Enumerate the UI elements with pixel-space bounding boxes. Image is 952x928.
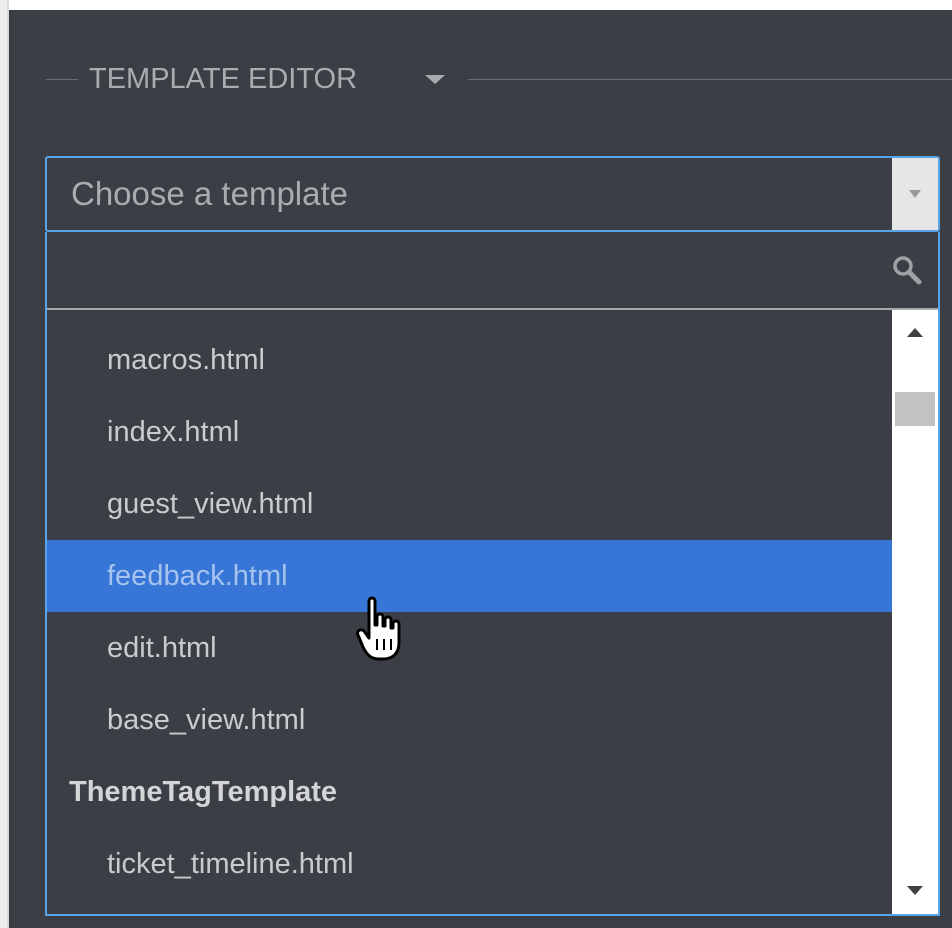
template-select[interactable]: Choose a template [45, 156, 940, 232]
caret-down-icon[interactable] [425, 75, 445, 84]
top-strip [9, 0, 952, 10]
header-divider-right [468, 79, 952, 80]
section-title-toggle[interactable]: TEMPLATE EDITOR [89, 62, 357, 96]
section-header: TEMPLATE EDITOR [9, 62, 952, 96]
option-group-label: ThemeTagTemplate [69, 776, 338, 808]
list-item[interactable]: macros.html [47, 324, 892, 396]
search-icon [893, 256, 922, 285]
dropdown-scrollbar[interactable] [892, 310, 938, 914]
select-arrow-button[interactable] [892, 158, 938, 230]
list-item[interactable]: edit.html [47, 612, 892, 684]
scroll-down-arrow-icon[interactable] [907, 886, 923, 895]
list-item[interactable]: base_view.html [47, 684, 892, 756]
left-rail [0, 0, 9, 928]
options-list: macros.html index.html guest_view.html f… [47, 310, 892, 914]
scroll-up-arrow-icon[interactable] [907, 328, 923, 337]
dropdown-search-input[interactable] [47, 232, 887, 308]
select-placeholder: Choose a template [71, 175, 349, 212]
list-item-highlighted[interactable]: feedback.html [47, 540, 892, 612]
dropdown-search-row [47, 232, 938, 310]
header-divider-left [46, 79, 78, 80]
list-item[interactable]: guest_view.html [47, 468, 892, 540]
list-item[interactable]: index.html [47, 396, 892, 468]
scrollbar-thumb[interactable] [895, 392, 935, 426]
template-editor-panel: TEMPLATE EDITOR Choose a template macros… [9, 10, 952, 928]
section-title: TEMPLATE EDITOR [89, 63, 358, 95]
list-item[interactable]: ticket_timeline.html [47, 828, 892, 900]
template-dropdown: macros.html index.html guest_view.html f… [45, 232, 940, 916]
chevron-down-icon [909, 190, 921, 198]
